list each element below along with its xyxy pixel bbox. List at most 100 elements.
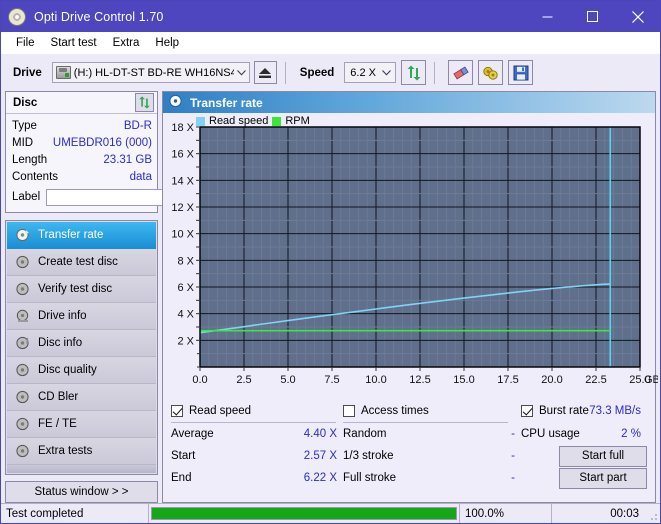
full-stroke-field: Full stroke - bbox=[343, 472, 521, 484]
svg-text:6 X: 6 X bbox=[177, 282, 194, 294]
sidebar-item-disc-quality[interactable]: Disc quality bbox=[7, 357, 156, 384]
results-checkbox-row: Read speed Access times Burst rate 73.3 … bbox=[171, 400, 647, 422]
drive-select[interactable]: (H:) HL-DT-ST BD-RE WH16NS48 1.D3 bbox=[52, 62, 250, 83]
average-value: 4.40 X bbox=[304, 428, 343, 440]
start-part-button[interactable]: Start part bbox=[559, 468, 647, 489]
tools-button[interactable] bbox=[478, 60, 503, 85]
panel-title: Transfer rate bbox=[190, 96, 263, 110]
svg-text:10.0: 10.0 bbox=[365, 374, 386, 386]
refresh-icon bbox=[138, 96, 151, 109]
disc-label-row: Label bbox=[12, 186, 152, 208]
extra-tests-icon bbox=[15, 444, 31, 458]
disc-title: Disc bbox=[13, 97, 37, 109]
svg-text:4 X: 4 X bbox=[177, 309, 194, 321]
disc-row-mid-label: MID bbox=[12, 137, 33, 149]
random-field: Random - bbox=[343, 428, 521, 440]
full-stroke-value: - bbox=[511, 472, 521, 484]
disc-info-icon bbox=[15, 336, 31, 350]
disc-row-type-value: BD-R bbox=[124, 120, 152, 132]
close-icon[interactable] bbox=[615, 1, 660, 32]
drive-label: Drive bbox=[13, 67, 42, 79]
disc-verify-icon bbox=[15, 282, 31, 296]
left-panel: Disc Type BD-R MID UMEB bbox=[5, 91, 158, 503]
checkbox-icon bbox=[171, 405, 183, 417]
menu-item-start-test[interactable]: Start test bbox=[43, 35, 105, 51]
refresh-drive-button[interactable] bbox=[401, 60, 426, 85]
sidebar-item-transfer-rate[interactable]: Transfer rate bbox=[7, 222, 156, 249]
svg-text:12 X: 12 X bbox=[171, 202, 194, 214]
disc-label-caption: Label bbox=[12, 191, 40, 203]
erase-button[interactable] bbox=[448, 60, 473, 85]
access-times-checkbox-label: Access times bbox=[361, 405, 429, 417]
start-value: 2.57 X bbox=[304, 450, 343, 462]
tools-icon bbox=[482, 65, 500, 81]
eject-icon bbox=[258, 67, 272, 79]
minimize-icon[interactable] bbox=[525, 1, 570, 32]
sidebar-item-extra-tests[interactable]: Extra tests bbox=[7, 438, 156, 465]
read-speed-checkbox[interactable]: Read speed bbox=[171, 405, 343, 417]
disc-refresh-button[interactable] bbox=[135, 93, 154, 112]
disc-info-box: Disc Type BD-R MID UMEB bbox=[5, 91, 158, 213]
svg-text:12.5: 12.5 bbox=[409, 374, 430, 386]
results-panel: Read speed Access times Burst rate 73.3 … bbox=[163, 395, 655, 502]
main-body: Disc Type BD-R MID UMEB bbox=[1, 91, 660, 503]
menu-item-extra[interactable]: Extra bbox=[105, 35, 148, 51]
fe-te-icon bbox=[15, 417, 31, 431]
nav-list: Transfer rate Create test disc Verify te… bbox=[5, 220, 158, 475]
chart-svg: 2 X4 X6 X8 X10 X12 X14 X16 X18 X0.02.55.… bbox=[163, 113, 658, 395]
menu-item-file[interactable]: File bbox=[8, 35, 43, 51]
eraser-icon bbox=[452, 65, 470, 81]
drive-icon bbox=[56, 66, 71, 79]
sidebar-item-cd-bler[interactable]: CD Bler bbox=[7, 384, 156, 411]
sidebar-item-disc-info[interactable]: Disc info bbox=[7, 330, 156, 357]
full-stroke-label: Full stroke bbox=[343, 472, 396, 484]
svg-text:GB: GB bbox=[644, 374, 658, 386]
start-full-cell: Start full bbox=[521, 446, 647, 467]
start-part-cell: Start part bbox=[521, 468, 647, 489]
start-field: Start 2.57 X bbox=[171, 450, 343, 462]
start-full-button[interactable]: Start full bbox=[559, 446, 647, 467]
svg-text:2.5: 2.5 bbox=[236, 374, 251, 386]
menu-item-help[interactable]: Help bbox=[147, 35, 187, 51]
svg-text:10 X: 10 X bbox=[171, 229, 194, 241]
refresh-icon bbox=[406, 65, 422, 81]
access-times-checkbox[interactable]: Access times bbox=[343, 405, 521, 417]
legend-label-read-speed: Read speed bbox=[209, 115, 268, 127]
burst-rate-row[interactable]: Burst rate 73.3 MB/s bbox=[521, 405, 647, 417]
resize-grip-icon[interactable] bbox=[644, 504, 660, 523]
chevron-down-icon bbox=[377, 63, 395, 82]
svg-text:2 X: 2 X bbox=[177, 335, 194, 347]
sidebar-item-verify-test-disc[interactable]: Verify test disc bbox=[7, 276, 156, 303]
progress-percent: 100.0% bbox=[460, 504, 552, 523]
disc-write-icon bbox=[15, 255, 31, 269]
disc-speed-icon bbox=[15, 228, 31, 242]
save-button[interactable] bbox=[508, 60, 533, 85]
svg-text:20.0: 20.0 bbox=[541, 374, 562, 386]
progress-bar bbox=[149, 504, 460, 523]
sidebar-item-label: FE / TE bbox=[38, 418, 77, 430]
maximize-icon[interactable] bbox=[570, 1, 615, 32]
read-speed-checkbox-label: Read speed bbox=[189, 405, 251, 417]
speed-select[interactable]: 6.2 X bbox=[344, 62, 396, 83]
transfer-rate-chart: Read speed RPM 2 X4 X6 X8 X10 X12 X14 X1… bbox=[163, 113, 655, 395]
sidebar-item-drive-info[interactable]: Drive info bbox=[7, 303, 156, 330]
speed-label: Speed bbox=[300, 67, 335, 79]
legend-label-rpm: RPM bbox=[285, 115, 309, 127]
sidebar-item-create-test-disc[interactable]: Create test disc bbox=[7, 249, 156, 276]
eject-button[interactable] bbox=[254, 61, 277, 84]
chart-legend: Read speed RPM bbox=[196, 115, 310, 127]
status-message: Test completed bbox=[1, 504, 149, 523]
svg-text:16 X: 16 X bbox=[171, 149, 194, 161]
third-stroke-field: 1/3 stroke - bbox=[343, 450, 521, 462]
cpu-usage-value: 2 % bbox=[621, 428, 647, 440]
burst-rate-value: 73.3 MB/s bbox=[589, 405, 647, 417]
end-value: 6.22 X bbox=[304, 472, 343, 484]
window-title: Opti Drive Control 1.70 bbox=[34, 10, 163, 24]
toolbar: Drive (H:) HL-DT-ST BD-RE WH16NS48 1.D3 … bbox=[1, 54, 660, 91]
status-window-button[interactable]: Status window > > bbox=[5, 481, 158, 503]
sidebar-item-fe-te[interactable]: FE / TE bbox=[7, 411, 156, 438]
save-icon bbox=[513, 65, 529, 81]
svg-text:14 X: 14 X bbox=[171, 175, 194, 187]
svg-text:0.0: 0.0 bbox=[192, 374, 207, 386]
svg-text:15.0: 15.0 bbox=[453, 374, 474, 386]
